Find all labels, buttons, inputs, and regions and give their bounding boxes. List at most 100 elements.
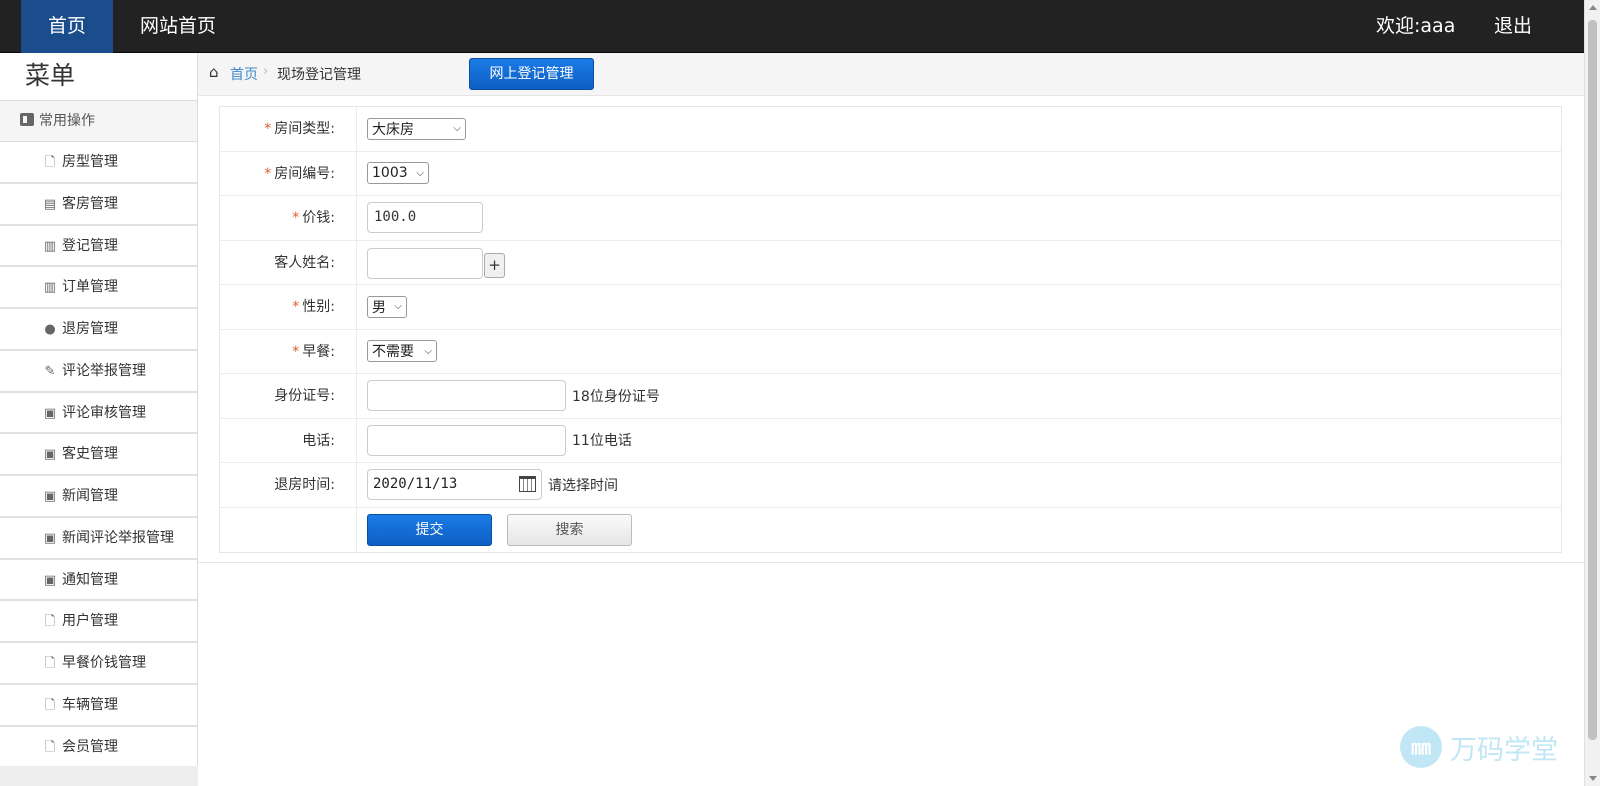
- sidebar-item-notices[interactable]: ▣ 通知管理: [0, 560, 197, 602]
- guest-name-input[interactable]: [367, 247, 483, 279]
- chevron-down-icon: ⌵: [416, 167, 424, 179]
- required-mark: *: [292, 343, 300, 360]
- sidebar-item-label: 评论审核管理: [62, 404, 146, 421]
- sidebar-item-news-comment-reports[interactable]: ▣ 新闻评论举报管理: [0, 518, 197, 560]
- sidebar-item-news[interactable]: ▣ 新闻管理: [0, 476, 197, 518]
- sidebar-item-rooms[interactable]: ▤ 客房管理: [0, 184, 197, 226]
- id-number-hint: 18位身份证号: [572, 388, 660, 405]
- watermark-text: 万码学堂: [1450, 734, 1558, 766]
- sidebar-item-orders[interactable]: ▥ 订单管理: [0, 267, 197, 309]
- books-icon: ▥: [43, 238, 57, 254]
- room-type-label: * 房间类型:: [220, 107, 357, 151]
- form-row-price: * 价钱: 100.0: [220, 196, 1561, 241]
- logout-link[interactable]: 退出: [1494, 0, 1532, 53]
- file-icon: 🗋: [44, 739, 56, 755]
- actions-label-cell: [220, 507, 357, 552]
- search-button[interactable]: 搜索: [507, 513, 632, 546]
- gender-value: 男: [372, 299, 386, 316]
- nav-site-home-link[interactable]: 网站首页: [132, 0, 224, 53]
- sidebar-group-common[interactable]: 常用操作: [0, 100, 197, 142]
- sidebar-item-members[interactable]: 🗋 会员管理: [0, 727, 197, 769]
- picture-icon: ▣: [43, 530, 57, 546]
- required-mark: *: [264, 165, 272, 182]
- gender-label-text: 性别:: [302, 299, 335, 315]
- sidebar-item-registration[interactable]: ▥ 登记管理: [0, 226, 197, 268]
- watermark-logo-icon: ㎜: [1400, 726, 1442, 768]
- checkout-date-value: 2020/11/13: [373, 476, 458, 493]
- home-icon: ⌂: [209, 63, 219, 81]
- room-number-label: * 房间编号:: [220, 151, 357, 195]
- online-registration-button[interactable]: 网上登记管理: [469, 58, 594, 90]
- checkout-date-input[interactable]: 2020/11/13: [367, 469, 542, 501]
- form-row-id-number: 身份证号: 18位身份证号: [220, 374, 1561, 419]
- form-row-guest-name: 客人姓名: +: [220, 240, 1561, 285]
- picture-icon: ▣: [43, 489, 57, 504]
- form-row-actions: 提交 搜索: [220, 507, 1561, 552]
- calendar-icon[interactable]: [519, 476, 536, 493]
- file-icon: 🗋: [44, 614, 56, 630]
- scroll-down-arrow-icon[interactable]: [1589, 776, 1597, 781]
- sidebar-group-label: 常用操作: [39, 113, 95, 129]
- sidebar-title: 菜单: [25, 61, 76, 90]
- sidebar-item-checkout[interactable]: ● 退房管理: [0, 309, 197, 351]
- room-type-value: 大床房: [372, 121, 414, 138]
- sidebar-item-users[interactable]: 🗋 用户管理: [0, 601, 197, 643]
- room-type-select[interactable]: 大床房 ⌵: [367, 117, 466, 140]
- sidebar-menu: 菜单 常用操作 🗋 房型管理 ▤ 客房管理 ▥ 登记管理 ▥ 订单管理 ● 退房管理 ✎ 评…: [0, 53, 198, 786]
- scrollbar-thumb[interactable]: [1588, 20, 1597, 740]
- add-guest-button[interactable]: +: [484, 252, 505, 278]
- checkout-time-label: 退房时间:: [220, 463, 357, 507]
- breakfast-value: 不需要: [372, 344, 414, 361]
- sidebar-item-label: 新闻评论举报管理: [62, 529, 174, 546]
- room-number-label-text: 房间编号:: [274, 165, 335, 182]
- sidebar-item-label: 退房管理: [62, 321, 118, 337]
- checkout-time-hint: 请选择时间: [548, 477, 618, 494]
- sidebar-item-label: 客史管理: [62, 446, 118, 463]
- gender-select[interactable]: 男 ⌵: [367, 295, 407, 318]
- room-number-select[interactable]: 1003 ⌵: [367, 162, 429, 185]
- sidebar-item-comment-review[interactable]: ▣ 评论审核管理: [0, 393, 197, 435]
- sidebar-item-label: 客房管理: [62, 195, 118, 212]
- submit-button[interactable]: 提交: [367, 513, 492, 546]
- guest-name-label: 客人姓名:: [220, 240, 357, 284]
- form-row-room-number: * 房间编号: 1003 ⌵: [220, 151, 1561, 196]
- sidebar-item-vehicles[interactable]: 🗋 车辆管理: [0, 685, 197, 727]
- welcome-user-text[interactable]: 欢迎:aaa: [1376, 0, 1455, 53]
- content-divider: [198, 562, 1584, 563]
- list-icon: ▤: [43, 196, 57, 212]
- top-navbar: 首页 网站首页 欢迎:aaa 退出: [0, 0, 1584, 53]
- breakfast-label: * 早餐:: [220, 329, 357, 373]
- form-row-gender: * 性别: 男 ⌵: [220, 285, 1561, 330]
- breadcrumb-separator-icon: ›: [263, 64, 269, 79]
- scroll-up-arrow-icon[interactable]: [1589, 5, 1597, 10]
- book-icon: [20, 113, 34, 126]
- id-number-input[interactable]: [367, 380, 566, 412]
- chevron-down-icon: ⌵: [453, 123, 461, 135]
- picture-icon: ▣: [43, 447, 57, 463]
- price-label-text: 价钱:: [302, 210, 335, 226]
- picture-icon: ▣: [43, 405, 57, 421]
- required-mark: *: [264, 121, 272, 137]
- books-icon: ▥: [43, 280, 57, 296]
- sidebar-item-label: 登记管理: [62, 237, 118, 254]
- sidebar-item-comment-reports[interactable]: ✎ 评论举报管理: [0, 351, 197, 393]
- breakfast-select[interactable]: 不需要 ⌵: [367, 340, 437, 363]
- picture-icon: ▣: [43, 572, 57, 588]
- sidebar-item-guest-history[interactable]: ▣ 客史管理: [0, 434, 197, 476]
- phone-hint: 11位电话: [572, 433, 632, 450]
- page-scrollbar[interactable]: [1584, 0, 1600, 786]
- price-input[interactable]: 100.0: [367, 202, 483, 234]
- phone-input[interactable]: [367, 424, 566, 456]
- breadcrumb-home-link[interactable]: 首页: [230, 64, 258, 84]
- sidebar-item-room-type[interactable]: 🗋 房型管理: [0, 142, 197, 184]
- comment-icon: ●: [44, 322, 56, 337]
- form-row-checkout-time: 退房时间: 2020/11/13 请选择时间: [220, 463, 1561, 508]
- phone-label: 电话:: [220, 418, 357, 462]
- form-row-breakfast: * 早餐: 不需要 ⌵: [220, 329, 1561, 374]
- sidebar-item-breakfast-price[interactable]: 🗋 早餐价钱管理: [0, 643, 197, 685]
- sidebar-item-label: 新闻管理: [62, 488, 118, 504]
- file-icon: 🗋: [44, 155, 56, 170]
- required-mark: *: [292, 210, 300, 226]
- chevron-down-icon: ⌵: [424, 345, 432, 357]
- nav-home-link[interactable]: 首页: [21, 0, 113, 53]
